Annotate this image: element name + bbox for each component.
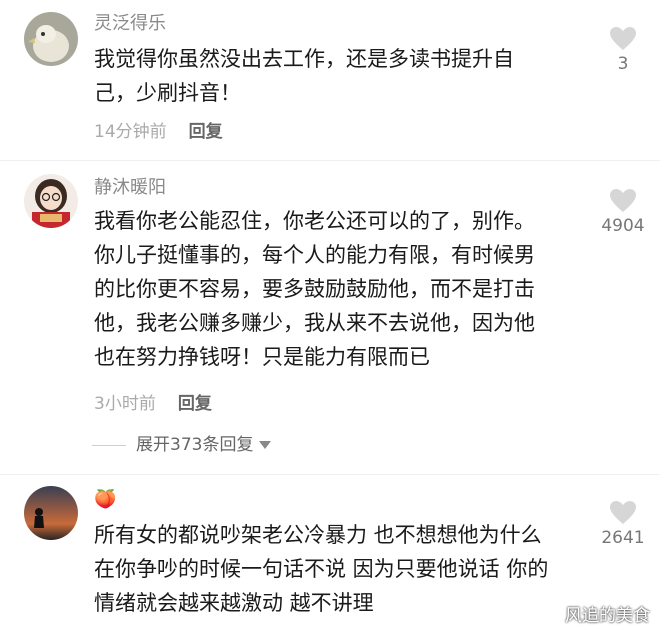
username[interactable]: 灵泛得乐 xyxy=(94,12,166,36)
heart-icon xyxy=(610,27,636,50)
like-count: 2641 xyxy=(601,528,645,548)
like-button[interactable]: 3 xyxy=(588,26,658,75)
expand-replies-button[interactable]: 展开373条回复 xyxy=(92,430,272,460)
username[interactable]: 🍑 xyxy=(94,488,116,512)
like-button[interactable]: 2641 xyxy=(588,500,658,549)
comment-line: 我觉得你虽然没出去工作，还是多读书提升自 xyxy=(94,47,514,71)
comment-line: 你儿子挺懂事的，每个人的能力有限，有时候男 xyxy=(94,243,535,267)
comment-text: 我觉得你虽然没出去工作，还是多读书提升自 己，少刷抖音！ xyxy=(94,42,564,110)
like-count: 4904 xyxy=(601,216,645,236)
comment-text: 所有女的都说吵架老公冷暴力 也不想想他为什么 在你争吵的时候一句话不说 因为只要… xyxy=(94,518,564,620)
username[interactable]: 静沐暖阳 xyxy=(94,176,166,200)
like-button[interactable]: 4904 xyxy=(588,188,658,237)
comment-line: 的比你更不容易，要多鼓励鼓励他，而不是打击 xyxy=(94,277,535,301)
heart-icon xyxy=(610,501,636,524)
comment-line: 在你争吵的时候一句话不说 因为只要他说话 你的 xyxy=(94,557,549,581)
heart-icon xyxy=(610,189,636,212)
reply-button[interactable]: 回复 xyxy=(178,394,212,414)
avatar[interactable] xyxy=(24,12,78,66)
avatar[interactable] xyxy=(24,486,78,540)
reply-button[interactable]: 回复 xyxy=(189,122,223,142)
like-count: 3 xyxy=(617,54,629,74)
divider-line xyxy=(92,444,126,446)
comment-line: 己，少刷抖音！ xyxy=(94,81,241,105)
comment-meta: 3小时前 回复 xyxy=(94,392,212,416)
comment-line: 也在努力挣钱呀！只是能力有限而已 xyxy=(94,345,430,369)
comment-line: 我看你老公能忍住，你老公还可以的了，别作。 xyxy=(94,209,535,233)
comment-meta: 14分钟前 回复 xyxy=(94,120,223,144)
comment-text: 我看你老公能忍住，你老公还可以的了，别作。 你儿子挺懂事的，每个人的能力有限，有… xyxy=(94,204,564,374)
expand-replies-label: 展开373条回复 xyxy=(136,435,254,455)
divider xyxy=(0,160,660,161)
divider xyxy=(0,474,660,475)
comment-line: 所有女的都说吵架老公冷暴力 也不想想他为什么 xyxy=(94,523,542,547)
timestamp: 3小时前 xyxy=(94,394,156,414)
comment-line: 情绪就会越来越激动 越不讲理 xyxy=(94,591,374,615)
timestamp: 14分钟前 xyxy=(94,122,167,142)
avatar[interactable] xyxy=(24,174,78,228)
watermark: 风追的美食 xyxy=(565,606,650,626)
caret-down-icon xyxy=(259,441,272,449)
comment-line: 他，我老公赚多赚少，我从来不去说他，因为他 xyxy=(94,311,535,335)
